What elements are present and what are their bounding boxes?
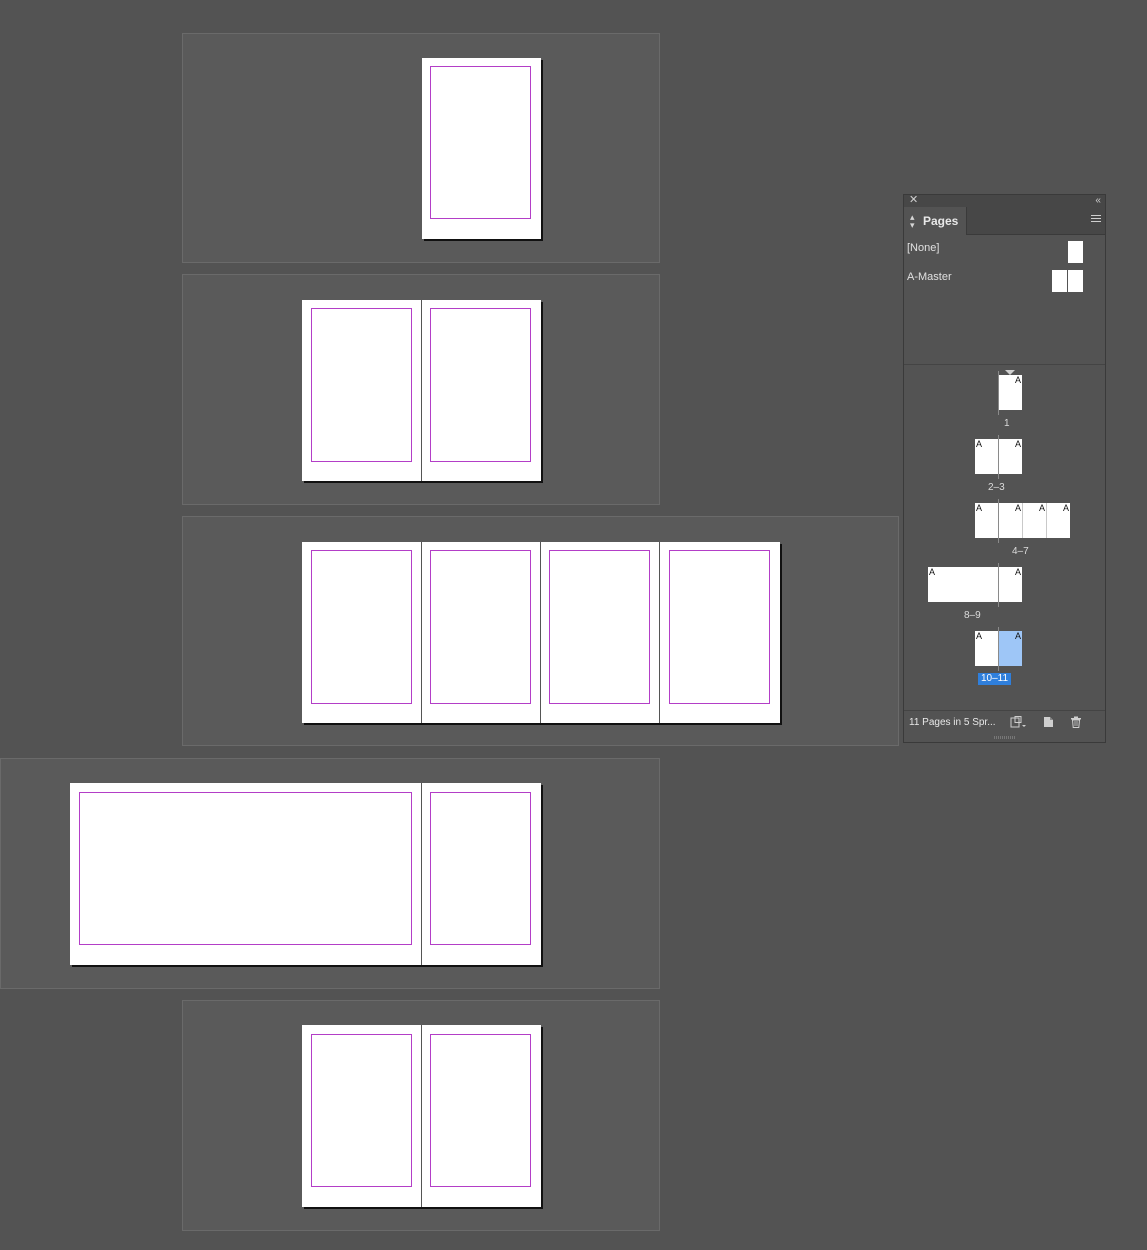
panel-divider[interactable] xyxy=(904,364,1105,365)
stepper-arrows-icon: ▴ ▾ xyxy=(910,212,915,230)
margin-guide xyxy=(430,550,531,704)
master-letter: A xyxy=(1014,631,1021,641)
thumb-spine xyxy=(998,371,999,415)
thumb-spine xyxy=(998,499,999,543)
pages-panel: ✕ ‹‹ ▴ ▾ Pages [None] A-Master A 1 A A 2… xyxy=(903,194,1106,743)
new-page-icon[interactable] xyxy=(1043,716,1054,731)
margin-guide xyxy=(311,1034,412,1187)
margin-guide xyxy=(669,550,770,704)
thumb-page-6[interactable]: A xyxy=(1023,503,1046,538)
spread-label: 1 xyxy=(1004,418,1010,429)
thumb-page-9[interactable]: A xyxy=(999,567,1022,602)
spine-divider xyxy=(421,1025,422,1207)
margin-guide xyxy=(430,1034,531,1187)
page-divider xyxy=(659,542,660,723)
margin-guide xyxy=(430,792,531,945)
page-7[interactable] xyxy=(660,542,780,723)
margin-guide xyxy=(311,308,412,462)
thumb-spine xyxy=(998,627,999,671)
page-count-status: 11 Pages in 5 Spr... xyxy=(909,717,996,728)
page-divider xyxy=(540,542,541,723)
master-letter: A xyxy=(976,631,983,641)
spread-label: 8–9 xyxy=(964,610,981,621)
thumb-divider xyxy=(1022,503,1023,538)
master-letter: A xyxy=(929,567,936,577)
master-letter: A xyxy=(1014,439,1021,449)
thumb-spine xyxy=(998,435,999,479)
page-size-icon[interactable] xyxy=(1010,716,1026,731)
thumb-divider xyxy=(1046,503,1047,538)
panel-titlebar[interactable]: ✕ ‹‹ xyxy=(904,194,1105,207)
spread-1-pasteboard[interactable] xyxy=(182,33,660,263)
spine-divider xyxy=(421,300,422,481)
page-8[interactable] xyxy=(70,783,422,965)
panel-menu-icon[interactable] xyxy=(1091,215,1101,224)
page-3[interactable] xyxy=(422,300,541,481)
spread-label: 2–3 xyxy=(988,482,1005,493)
thumb-page-8[interactable]: A xyxy=(928,567,998,602)
tab-pages-label: Pages xyxy=(923,214,959,228)
page-6[interactable] xyxy=(541,542,660,723)
delete-page-icon[interactable] xyxy=(1070,716,1082,731)
thumb-page-7[interactable]: A xyxy=(1047,503,1070,538)
spread-label-selected: 10–11 xyxy=(978,673,1012,685)
margin-guide xyxy=(430,66,531,219)
page-11[interactable] xyxy=(422,1025,541,1207)
thumb-page-1[interactable]: A xyxy=(999,375,1022,410)
master-letter: A xyxy=(1014,375,1021,385)
master-letter: A xyxy=(1038,503,1045,513)
page-1[interactable] xyxy=(422,58,541,239)
master-letter: A xyxy=(976,439,983,449)
thumb-page-4[interactable]: A xyxy=(975,503,998,538)
margin-guide xyxy=(79,792,412,945)
master-none-thumbnail[interactable] xyxy=(1068,241,1083,263)
thumb-spine xyxy=(998,563,999,607)
thumb-page-3[interactable]: A xyxy=(999,439,1022,474)
panel-footer: 11 Pages in 5 Spr... xyxy=(904,710,1105,735)
master-letter: A xyxy=(1014,567,1021,577)
thumb-page-10[interactable]: A xyxy=(975,631,998,666)
margin-guide xyxy=(549,550,650,704)
master-letter: A xyxy=(976,503,983,513)
close-icon[interactable]: ✕ xyxy=(909,194,918,207)
master-none-label[interactable]: [None] xyxy=(907,242,939,254)
tab-pages[interactable]: ▴ ▾ Pages xyxy=(904,207,967,235)
page-9[interactable] xyxy=(422,783,541,965)
spine-divider xyxy=(421,783,422,965)
page-10[interactable] xyxy=(302,1025,422,1207)
master-a-right-thumbnail[interactable] xyxy=(1068,270,1083,292)
master-letter: A xyxy=(1062,503,1069,513)
thumb-page-2[interactable]: A xyxy=(975,439,998,474)
page-5[interactable] xyxy=(422,542,541,723)
master-a-left-thumbnail[interactable] xyxy=(1052,270,1067,292)
master-letter: A xyxy=(1014,503,1021,513)
thumb-page-5[interactable]: A xyxy=(999,503,1022,538)
collapse-panel-icon[interactable]: ‹‹ xyxy=(1095,194,1101,207)
page-2[interactable] xyxy=(302,300,422,481)
panel-resize-grip[interactable] xyxy=(994,736,1016,739)
master-a-label[interactable]: A-Master xyxy=(907,271,952,283)
spread-label: 4–7 xyxy=(1012,546,1029,557)
thumb-page-11-selected[interactable]: A xyxy=(999,631,1022,666)
page-4[interactable] xyxy=(302,542,422,723)
panel-tab-bar: ▴ ▾ Pages xyxy=(904,207,1105,235)
page-divider xyxy=(421,542,422,723)
margin-guide xyxy=(311,550,412,704)
margin-guide xyxy=(430,308,531,462)
